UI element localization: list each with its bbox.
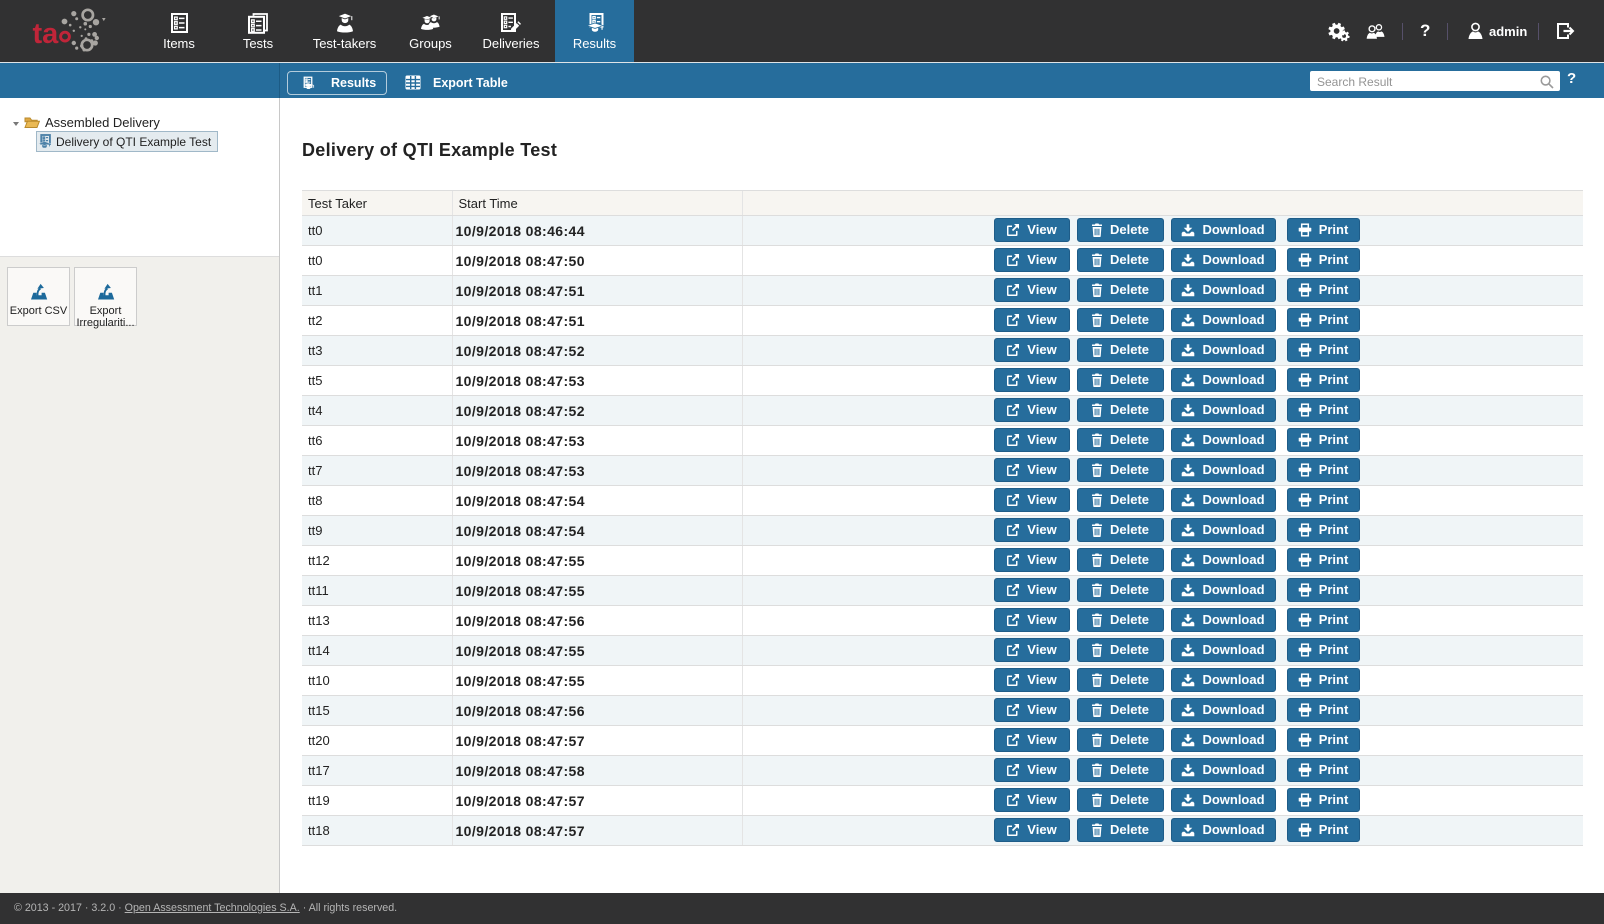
svg-text:ta: ta [33, 18, 60, 50]
